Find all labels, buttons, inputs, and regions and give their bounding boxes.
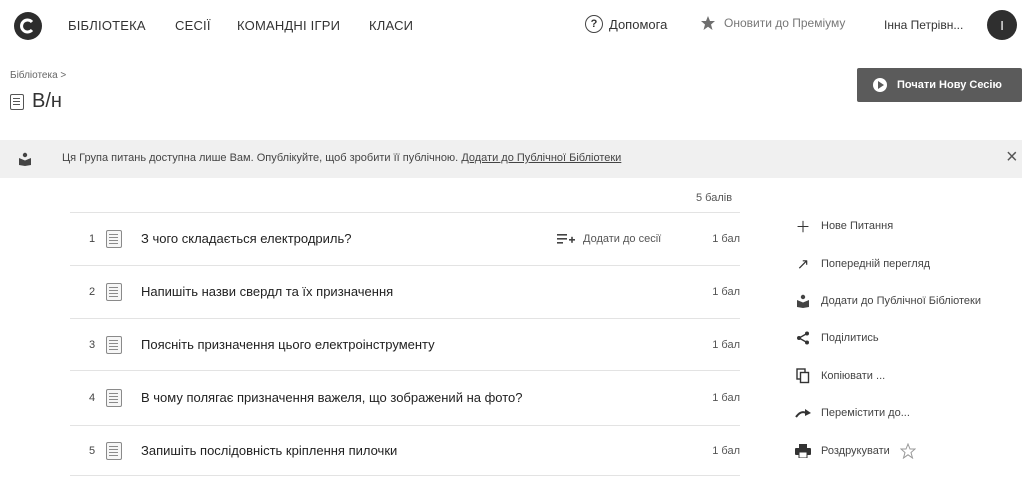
move-to-label: Перемістити до... bbox=[821, 407, 910, 419]
logo-c-icon bbox=[20, 18, 34, 34]
question-row[interactable]: 1 З чого складається електродриль? Додат… bbox=[70, 212, 740, 265]
question-type-icon bbox=[106, 283, 122, 301]
share-action[interactable]: Поділитись bbox=[795, 330, 879, 346]
copy-action[interactable]: Копіювати ... bbox=[795, 368, 885, 384]
copy-label: Копіювати ... bbox=[821, 370, 886, 382]
user-name[interactable]: Інна Петрівн... bbox=[884, 18, 963, 32]
print-icon bbox=[795, 443, 811, 459]
question-number: 2 bbox=[89, 286, 96, 298]
question-text[interactable]: Поясніть призначення цього електроінстру… bbox=[141, 337, 435, 353]
new-question-label: Нове Питання bbox=[821, 220, 894, 232]
print-action[interactable]: Роздрукувати bbox=[795, 443, 916, 459]
question-points: 1 бал bbox=[712, 444, 740, 457]
move-to-action[interactable]: Перемістити до... bbox=[795, 405, 910, 421]
preview-label: Попередній перегляд bbox=[821, 258, 931, 270]
question-number: 5 bbox=[89, 444, 96, 457]
help-question-icon: ? bbox=[585, 15, 603, 33]
question-text[interactable]: Напишіть назви свердл та їх призначення bbox=[141, 284, 393, 300]
library-icon bbox=[795, 293, 811, 309]
page-title: В/н bbox=[10, 90, 62, 113]
library-icon bbox=[18, 152, 32, 169]
new-question-action[interactable]: ＋ Нове Питання bbox=[795, 218, 894, 236]
page-title-text: В/н bbox=[32, 90, 62, 112]
plus-icon: ＋ bbox=[795, 218, 811, 236]
star-icon bbox=[701, 16, 715, 30]
help-label: Допомога bbox=[609, 16, 668, 32]
question-points: 1 бал bbox=[712, 338, 740, 351]
upgrade-premium-link[interactable]: Оновити до Преміуму bbox=[700, 15, 845, 31]
question-text[interactable]: Запишіть послідовність кріплення пилочки bbox=[141, 443, 397, 459]
add-to-session-button[interactable]: Додати до сесії bbox=[557, 232, 661, 246]
close-icon[interactable]: × bbox=[1006, 146, 1018, 169]
add-to-session-label: Додати до сесії bbox=[583, 233, 662, 245]
add-to-public-library-link[interactable]: Додати до Публічної Бібліотеки bbox=[461, 152, 621, 164]
question-points: 1 бал bbox=[712, 233, 740, 245]
add-to-public-library-label: Додати до Публічної Бібліотеки bbox=[821, 295, 982, 307]
add-to-public-library-action[interactable]: Додати до Публічної Бібліотеки bbox=[795, 293, 981, 309]
question-row[interactable]: 4 В чому полягає призначення важеля, що … bbox=[70, 370, 740, 425]
print-label: Роздрукувати bbox=[821, 445, 890, 457]
question-row[interactable]: 5 Запишіть послідовність кріплення пилоч… bbox=[70, 425, 740, 476]
nav-classes[interactable]: КЛАСИ bbox=[369, 18, 413, 33]
question-text[interactable]: З чого складається електродриль? bbox=[141, 231, 351, 247]
top-navigation-bar: БІБЛІОТЕКА СЕСІЇ КОМАНДНІ ІГРИ КЛАСИ ? Д… bbox=[0, 0, 1022, 52]
question-type-icon bbox=[106, 389, 122, 407]
notice-message: Ця Група питань доступна лише Вам. Опубл… bbox=[62, 152, 462, 164]
nav-team-games[interactable]: КОМАНДНІ ІГРИ bbox=[237, 18, 340, 33]
question-points: 1 бал bbox=[712, 392, 740, 404]
nav-library[interactable]: БІБЛІОТЕКА bbox=[68, 18, 146, 33]
question-type-icon bbox=[106, 335, 122, 354]
preview-action[interactable]: ↗ Попередній перегляд bbox=[795, 256, 931, 273]
playlist-add-icon bbox=[557, 234, 575, 244]
help-link[interactable]: ? Допомога bbox=[585, 15, 667, 33]
total-points: 5 балів bbox=[696, 192, 733, 204]
play-icon bbox=[873, 78, 887, 92]
move-icon bbox=[795, 405, 811, 421]
start-session-label: Почати Нову Сесію bbox=[897, 79, 1002, 91]
user-avatar[interactable]: І bbox=[987, 10, 1017, 40]
question-points: 1 бал bbox=[712, 286, 740, 298]
question-number: 4 bbox=[89, 392, 96, 404]
app-logo[interactable] bbox=[14, 12, 42, 40]
nav-sessions[interactable]: СЕСІЇ bbox=[175, 18, 211, 33]
arrow-up-right-icon: ↗ bbox=[796, 256, 810, 273]
question-row[interactable]: 2 Напишіть назви свердл та їх призначенн… bbox=[70, 265, 740, 318]
copy-icon bbox=[795, 368, 811, 384]
share-icon bbox=[795, 330, 811, 346]
question-number: 3 bbox=[89, 338, 96, 351]
share-label: Поділитись bbox=[821, 332, 879, 344]
question-text[interactable]: В чому полягає призначення важеля, що зо… bbox=[141, 390, 551, 406]
question-type-icon bbox=[106, 441, 122, 460]
notice-text: Ця Група питань доступна лише Вам. Опубл… bbox=[62, 152, 621, 164]
start-new-session-button[interactable]: Почати Нову Сесію bbox=[857, 68, 1022, 102]
private-notice-banner: Ця Група питань доступна лише Вам. Опубл… bbox=[0, 140, 1022, 178]
question-row[interactable]: 3 Поясніть призначення цього електроінст… bbox=[70, 318, 740, 370]
upgrade-label: Оновити до Преміуму bbox=[724, 16, 846, 30]
quiz-document-icon bbox=[10, 93, 24, 110]
question-list: 1 З чого складається електродриль? Додат… bbox=[70, 212, 740, 476]
star-outline-icon[interactable] bbox=[899, 443, 916, 459]
question-type-icon bbox=[106, 230, 122, 248]
breadcrumb[interactable]: Бібліотека > bbox=[10, 70, 66, 81]
question-number: 1 bbox=[89, 233, 96, 245]
